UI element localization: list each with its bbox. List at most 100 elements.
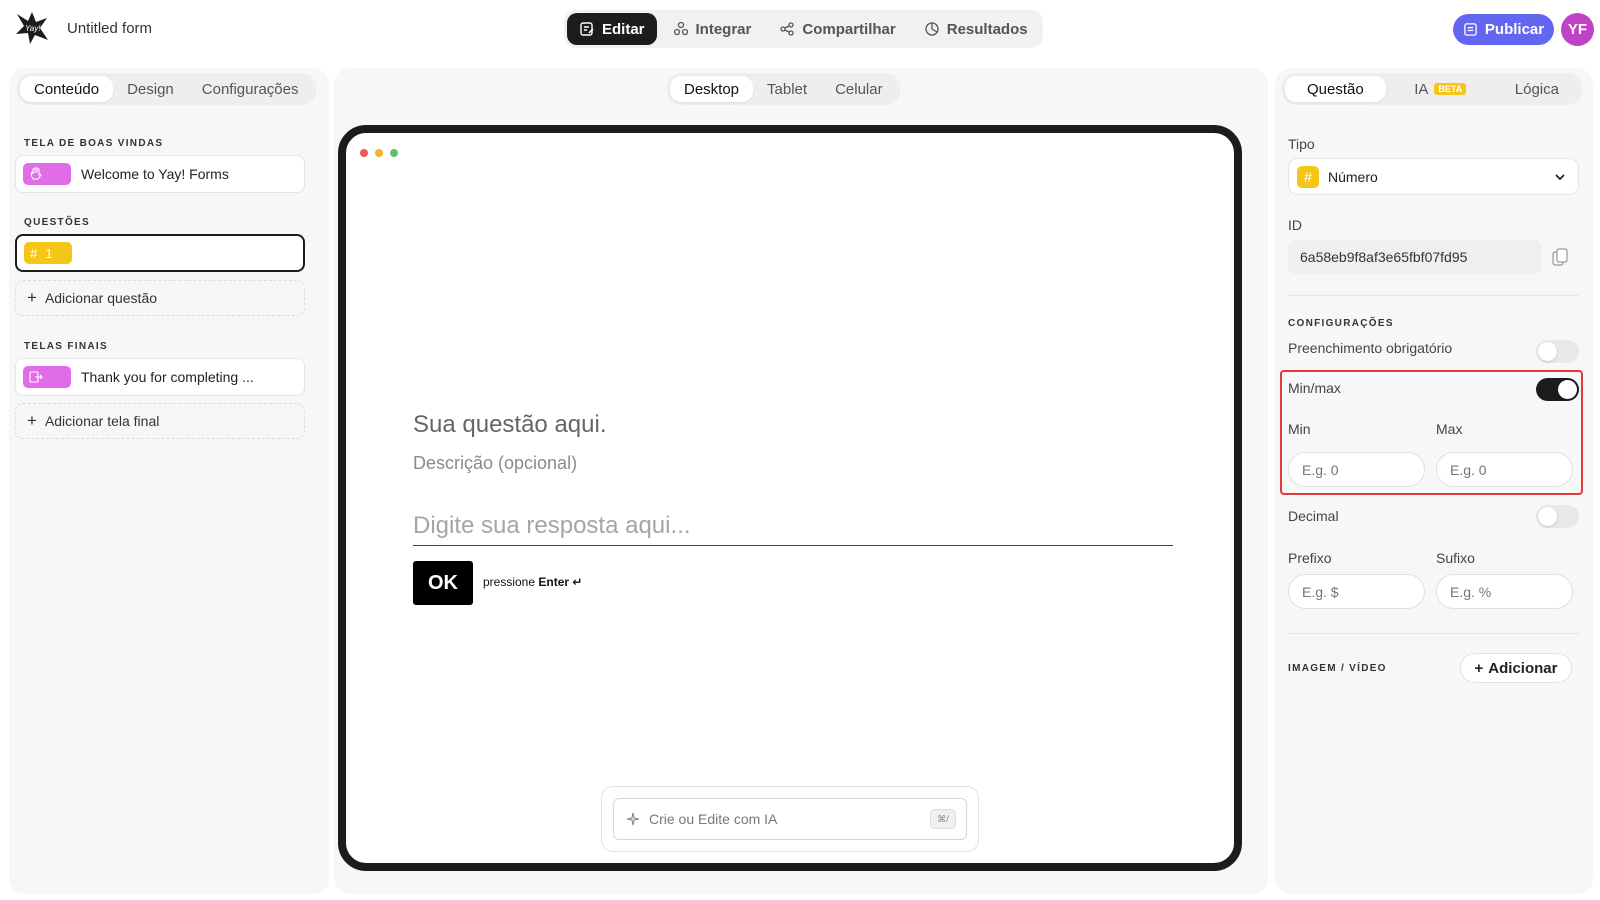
decimal-label: Decimal [1288, 508, 1339, 524]
toggle-knob [1538, 342, 1557, 361]
question-item-1[interactable]: # 1 [15, 234, 305, 272]
ai-shortcut-hint: ⌘/ [930, 809, 956, 829]
welcome-item-label: Welcome to Yay! Forms [81, 166, 229, 182]
question-title[interactable]: Sua questão aqui. [413, 411, 607, 439]
plus-icon: + [1474, 659, 1484, 677]
decimal-toggle[interactable] [1536, 505, 1579, 528]
minmax-toggle[interactable] [1536, 378, 1579, 401]
add-ending-label: Adicionar tela final [44, 413, 160, 429]
dot-green [390, 149, 398, 157]
chevron-down-icon [1555, 174, 1565, 181]
min-label: Min [1288, 421, 1311, 437]
tab-desktop[interactable]: Desktop [670, 76, 754, 102]
type-value: Número [1328, 168, 1378, 185]
tab-settings[interactable]: Configurações [188, 76, 313, 102]
ending-item-label: Thank you for completing ... [81, 369, 254, 385]
nav-integrate-label: Integrar [695, 20, 752, 38]
enter-hint-prefix: pressione [483, 575, 536, 589]
prefix-input[interactable] [1288, 574, 1425, 609]
max-label: Max [1436, 421, 1463, 437]
add-media-label: Adicionar [1488, 659, 1558, 677]
tab-ai[interactable]: IA BETA [1400, 76, 1480, 102]
type-select[interactable]: # Número [1288, 158, 1579, 195]
number-type-chip: # 1 [24, 242, 72, 264]
min-input[interactable] [1288, 452, 1425, 487]
yay-forms-logo[interactable]: Yay! [14, 10, 50, 46]
property-tabs: Questão IA BETA Lógica [1282, 73, 1582, 105]
device-preview-frame: Sua questão aqui. Descrição (opcional) D… [338, 125, 1242, 871]
add-ending-button[interactable]: + Adicionar tela final [15, 403, 305, 439]
question-number: 1 [45, 245, 53, 261]
answer-input[interactable]: Digite sua resposta aqui... [413, 510, 1173, 546]
ending-screen-item[interactable]: Thank you for completing ... [15, 358, 305, 396]
endings-section-label: TELAS FINAIS [24, 341, 108, 352]
nav-edit[interactable]: Editar [567, 13, 657, 45]
required-toggle[interactable] [1536, 340, 1579, 363]
suffix-label: Sufixo [1436, 550, 1475, 566]
divider [1288, 633, 1579, 634]
tab-design[interactable]: Design [113, 76, 188, 102]
ai-prompt-box: Crie ou Edite com IA ⌘/ [601, 786, 979, 852]
divider [1288, 295, 1579, 296]
welcome-screen-item[interactable]: Welcome to Yay! Forms [15, 155, 305, 193]
add-question-label: Adicionar questão [44, 290, 158, 306]
nav-integrate[interactable]: Integrar [661, 13, 764, 45]
beta-badge: BETA [1434, 83, 1467, 95]
type-label: Tipo [1288, 136, 1315, 152]
plus-icon: + [27, 288, 37, 307]
add-question-button[interactable]: + Adicionar questão [15, 280, 305, 316]
questions-section-label: QUESTÕES [24, 217, 90, 228]
id-field[interactable]: 6a58eb9f8af3e65fbf07fd95 [1288, 240, 1542, 274]
nav-share[interactable]: Compartilhar [767, 13, 907, 45]
nav-results[interactable]: Resultados [912, 13, 1040, 45]
ending-type-chip [23, 366, 71, 388]
welcome-section-label: TELA DE BOAS VINDAS [24, 138, 164, 149]
minmax-label: Min/max [1288, 380, 1341, 396]
ai-prompt-placeholder: Crie ou Edite com IA [649, 811, 778, 827]
tab-mobile[interactable]: Celular [821, 76, 897, 102]
copy-icon[interactable] [1552, 248, 1568, 266]
toggle-knob [1538, 507, 1557, 526]
share-icon [780, 22, 795, 36]
toggle-knob [1558, 380, 1577, 399]
form-title[interactable]: Untitled form [67, 20, 152, 37]
ai-prompt-input[interactable]: Crie ou Edite com IA ⌘/ [613, 798, 967, 840]
tab-tablet[interactable]: Tablet [753, 76, 821, 102]
dot-red [360, 149, 368, 157]
media-section-label: IMAGEM / VÍDEO [1288, 663, 1387, 674]
nav-results-label: Resultados [946, 20, 1028, 38]
hand-wave-icon [30, 167, 42, 180]
add-media-button[interactable]: + Adicionar [1460, 653, 1572, 683]
tab-logic[interactable]: Lógica [1495, 76, 1579, 102]
ok-button[interactable]: OK [413, 561, 473, 605]
nav-edit-label: Editar [602, 20, 645, 38]
window-dots [360, 149, 398, 157]
enter-hint-key: Enter ↵ [538, 575, 583, 589]
tab-question[interactable]: Questão [1285, 76, 1386, 102]
publish-button[interactable]: Publicar [1453, 14, 1554, 45]
plus-icon: + [27, 411, 37, 430]
suffix-input[interactable] [1436, 574, 1573, 609]
top-bar: Yay! Untitled form Editar Integrar Compa… [0, 0, 1600, 58]
max-input[interactable] [1436, 452, 1573, 487]
dot-yellow [375, 149, 383, 157]
svg-text:Yay!: Yay! [25, 24, 41, 33]
welcome-type-chip [23, 163, 71, 185]
nav-share-label: Compartilhar [802, 20, 896, 38]
exit-icon [29, 371, 43, 383]
settings-section-label: CONFIGURAÇÕES [1288, 318, 1394, 329]
integrate-icon [673, 21, 688, 36]
hash-icon: # [30, 245, 38, 261]
publish-icon [1464, 23, 1477, 36]
question-description[interactable]: Descrição (opcional) [413, 453, 577, 474]
main-nav: Editar Integrar Compartilhar Resultados [564, 10, 1043, 48]
number-type-icon: # [1297, 165, 1319, 188]
avatar[interactable]: YF [1561, 13, 1594, 46]
tab-content[interactable]: Conteúdo [20, 76, 114, 102]
results-icon [925, 22, 939, 36]
tab-ai-label: IA [1414, 80, 1429, 98]
sparkle-icon [626, 812, 640, 826]
enter-hint: pressione Enter ↵ [483, 575, 582, 589]
publish-label: Publicar [1484, 21, 1545, 38]
prefix-label: Prefixo [1288, 550, 1332, 566]
